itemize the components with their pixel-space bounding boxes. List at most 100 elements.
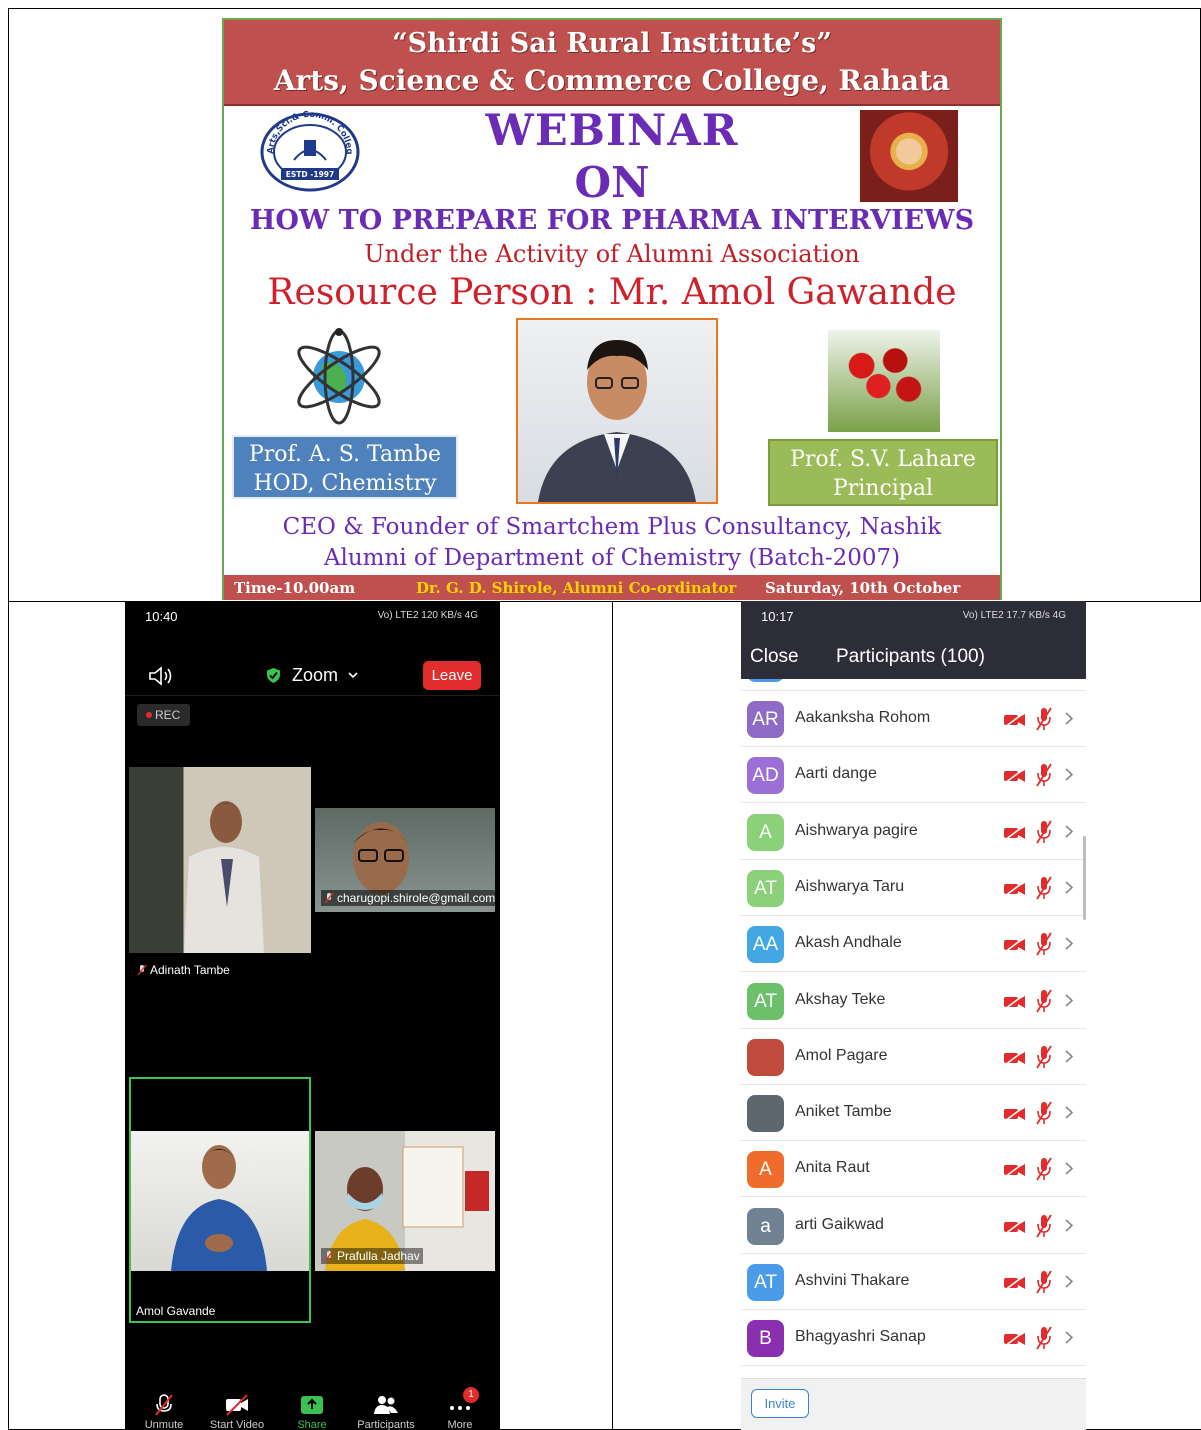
chevron-down-icon[interactable]	[347, 669, 359, 681]
status-bar: 10:40 Vo) LTE2 120 KB/s 4G	[125, 601, 500, 633]
chevron-right-icon[interactable]	[1064, 1105, 1074, 1120]
start-video-button[interactable]: Start Video	[200, 1389, 274, 1430]
mic-muted-icon	[1036, 1101, 1052, 1125]
alumni-line: Alumni of Department of Chemistry (Batch…	[323, 545, 901, 571]
participants-screen: AA.WaniARAakanksha RohomADAarti dangeAAi…	[741, 601, 1086, 1430]
chevron-right-icon[interactable]	[1064, 711, 1074, 726]
mic-muted-icon	[1036, 1157, 1052, 1181]
principal-box: Prof. S.V. Lahare Principal	[768, 439, 998, 506]
activity-line: Under the Activity of Alumni Association	[364, 240, 860, 268]
participants-header: 10:17 Vo) LTE2 17.7 KB/s 4G Close Partic…	[741, 601, 1086, 679]
more-button[interactable]: More 1	[423, 1387, 497, 1430]
chevron-right-icon[interactable]	[1064, 936, 1074, 951]
status-network: Vo) LTE2 17.7 KB/s 4G	[962, 610, 1066, 621]
participant-row[interactable]: Amol Pagare	[741, 1028, 1086, 1085]
video-tile-adinath[interactable]	[129, 767, 311, 953]
tile-name-adinath: Adinath Tambe	[137, 963, 230, 977]
chevron-right-icon[interactable]	[1064, 767, 1074, 782]
leave-button[interactable]: Leave	[423, 661, 481, 690]
participant-name: Bhagyashri Sanap	[795, 1328, 926, 1346]
participant-row[interactable]: AD Aarti dange	[741, 747, 1086, 804]
mic-muted-icon	[324, 892, 334, 904]
participant-row[interactable]: A Anita Raut	[741, 1141, 1086, 1198]
participant-name: Aniket Tambe	[795, 1103, 892, 1121]
institute-name: “Shirdi Sai Rural Institute’s”	[392, 28, 832, 59]
mic-muted-icon	[1036, 1326, 1052, 1350]
speaker-icon[interactable]	[147, 665, 173, 687]
participants-button[interactable]: Participants	[349, 1389, 423, 1430]
avatar	[747, 1038, 784, 1076]
avatar: AT	[747, 982, 784, 1020]
participant-row[interactable]: AR Aakanksha Rohom	[741, 691, 1086, 747]
participant-row[interactable]: AT Aishwarya Taru	[741, 859, 1086, 916]
chevron-right-icon[interactable]	[1064, 1049, 1074, 1064]
participant-row[interactable]: B Bhagyashri Sanap	[741, 1310, 1086, 1367]
recording-badge: REC	[137, 704, 190, 726]
video-off-icon	[1004, 880, 1026, 897]
sai-baba-photo	[860, 110, 958, 202]
tile-name-amol: Amol Gavande	[136, 1304, 216, 1318]
participant-row[interactable]: AT Ashvini Thakare	[741, 1254, 1086, 1310]
chevron-right-icon[interactable]	[1064, 880, 1074, 895]
avatar: AR	[747, 701, 784, 738]
avatar: B	[747, 1320, 784, 1358]
atom-globe-icon	[297, 328, 381, 425]
mic-muted-icon	[1036, 820, 1052, 844]
participant-row[interactable]: AA Akash Andhale	[741, 916, 1086, 973]
mic-muted-icon	[1036, 1214, 1052, 1238]
mic-muted-icon	[1036, 1045, 1052, 1069]
chevron-right-icon[interactable]	[1064, 1274, 1074, 1289]
video-off-icon	[1004, 1161, 1026, 1179]
video-off-icon	[1004, 936, 1026, 953]
divider	[125, 695, 500, 696]
avatar	[747, 1095, 784, 1133]
unmute-button[interactable]: Unmute	[127, 1389, 201, 1430]
hod-role: HOD, Chemistry	[253, 471, 437, 496]
participant-name: Aishwarya pagire	[795, 821, 918, 839]
video-off-icon	[1004, 1218, 1026, 1235]
resource-person: Resource Person : Mr. Amol Gawande	[267, 272, 957, 313]
scrollbar[interactable]	[1083, 836, 1086, 920]
chevron-right-icon[interactable]	[1064, 1218, 1074, 1233]
collage: “Shirdi Sai Rural Institute’s” Arts, Sci…	[0, 0, 1201, 1430]
share-button[interactable]: Share	[275, 1389, 349, 1430]
avatar: AT	[747, 869, 784, 907]
tile-name-charugopi: charugopi.shirole@gmail.com	[321, 890, 499, 906]
mic-muted-icon	[137, 964, 147, 976]
chevron-right-icon[interactable]	[1064, 1161, 1074, 1176]
avatar: a	[747, 1207, 784, 1245]
footer-time: Time-10.00am	[234, 579, 356, 597]
chevron-right-icon[interactable]	[1064, 1330, 1074, 1345]
status-time: 10:17	[761, 609, 794, 624]
video-off-icon	[1004, 1049, 1026, 1066]
meeting-title[interactable]: Zoom	[292, 665, 338, 686]
participant-row[interactable]: a arti Gaikwad	[741, 1197, 1086, 1254]
video-tile-amol-active[interactable]	[129, 1077, 311, 1323]
close-button[interactable]: Close	[750, 646, 799, 668]
footer-coordinator: Dr. G. D. Shirole, Alumni Co-ordinator	[416, 579, 737, 597]
participant-row[interactable]: Aniket Tambe	[741, 1085, 1086, 1142]
video-off-icon	[1004, 1274, 1026, 1291]
participants-title: Participants (100)	[836, 646, 985, 667]
invite-button[interactable]: Invite	[751, 1389, 809, 1418]
participant-name: Aishwarya Taru	[795, 877, 905, 895]
status-time: 10:40	[145, 609, 178, 624]
tile-name-prafulla: Prafulla Jadhav	[321, 1248, 423, 1264]
chevron-right-icon[interactable]	[1064, 993, 1074, 1008]
video-off-icon	[1004, 823, 1026, 841]
participant-row[interactable]: A Aishwarya pagire	[741, 803, 1086, 860]
college-name: Arts, Science & Commerce College, Rahata	[273, 64, 951, 97]
principal-name: Prof. S.V. Lahare	[790, 447, 976, 472]
participant-name: Akash Andhale	[795, 934, 902, 952]
poster-footer: Time-10.00am Dr. G. D. Shirole, Alumni C…	[224, 575, 1000, 615]
avatar: A	[747, 1151, 784, 1189]
webinar-poster: “Shirdi Sai Rural Institute’s” Arts, Sci…	[222, 18, 1002, 615]
roses-photo	[828, 330, 940, 432]
avatar: AT	[747, 1264, 784, 1301]
participant-name: arti Gaikwad	[795, 1215, 884, 1233]
chevron-right-icon[interactable]	[1064, 824, 1074, 839]
hod-name: Prof. A. S. Tambe	[248, 442, 442, 467]
meeting-toolbar: Unmute Start Video Share Participants Mo…	[125, 1387, 500, 1430]
participant-row[interactable]: AT Akshay Teke	[741, 972, 1086, 1029]
recording-label: REC	[155, 708, 181, 722]
